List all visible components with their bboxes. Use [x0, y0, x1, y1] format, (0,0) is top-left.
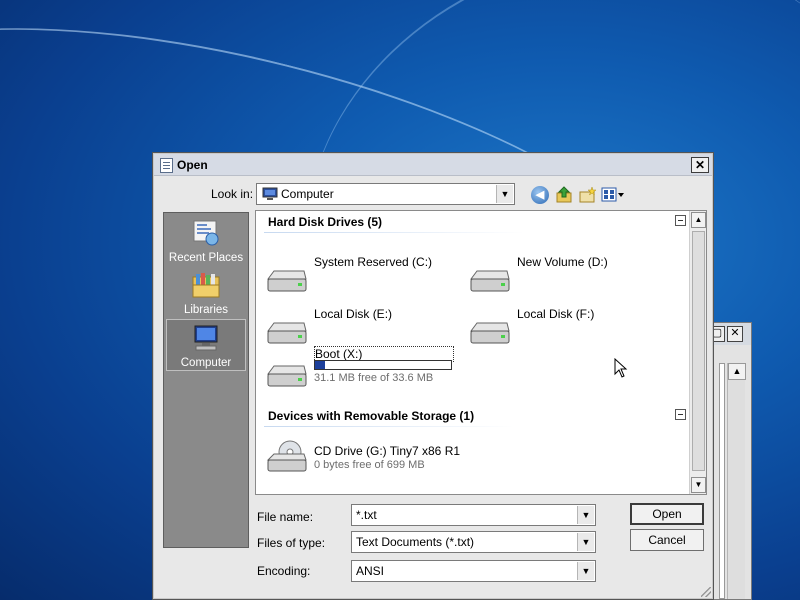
hard-drive-icon — [470, 322, 510, 344]
place-label: Recent Places — [168, 252, 244, 264]
drive-item[interactable]: Local Disk (F:) — [467, 307, 657, 351]
cd-drive-icon — [266, 440, 307, 472]
group-header-removable: Devices with Removable Storage (1) — [268, 409, 475, 423]
hard-drive-icon — [267, 365, 307, 387]
dialog-titlebar[interactable]: Open ✕ — [154, 154, 712, 176]
place-libraries[interactable]: Libraries — [166, 267, 246, 319]
file-list-view[interactable]: Hard Disk Drives (5) System Reserved (C:… — [255, 210, 707, 495]
file-type-label: Files of type: — [257, 536, 326, 550]
view-menu-icon[interactable] — [601, 186, 625, 204]
up-folder-icon[interactable] — [555, 186, 573, 204]
drive-item[interactable]: Local Disk (E:) — [264, 307, 454, 351]
cancel-button[interactable]: Cancel — [630, 529, 704, 551]
background-window-content — [719, 363, 725, 599]
drive-name: New Volume (D:) — [517, 255, 608, 269]
hard-drive-icon — [267, 322, 307, 344]
notepad-icon — [160, 158, 173, 173]
open-dialog: Open ✕ Look in: Computer ▼ ◀ Recent Plac… — [152, 152, 714, 600]
file-type-dropdown[interactable]: Text Documents (*.txt) ▼ — [351, 531, 596, 553]
chevron-down-icon[interactable]: ▼ — [577, 506, 594, 524]
vertical-scrollbar[interactable]: ▲ ▼ — [689, 211, 706, 494]
drive-item[interactable]: System Reserved (C:) — [264, 255, 454, 299]
place-recent-places[interactable]: Recent Places — [166, 215, 246, 267]
file-name-label: File name: — [257, 510, 314, 524]
drive-name: Local Disk (F:) — [517, 307, 595, 321]
group-header-hard-disks: Hard Disk Drives (5) — [268, 215, 383, 229]
drive-free-space: 31.1 MB free of 33.6 MB — [314, 372, 434, 384]
hard-drive-icon — [267, 270, 307, 292]
new-folder-icon[interactable] — [579, 186, 597, 204]
collapse-group-icon[interactable] — [675, 409, 686, 420]
recent-places-icon — [193, 220, 219, 246]
computer-icon — [194, 325, 218, 351]
encoding-label: Encoding: — [257, 564, 311, 578]
look-in-label: Look in: — [211, 187, 254, 201]
mouse-cursor-icon — [614, 358, 628, 378]
encoding-dropdown[interactable]: ANSI ▼ — [351, 560, 596, 582]
drive-item[interactable]: New Volume (D:) — [467, 255, 657, 299]
file-type-value: Text Documents (*.txt) — [356, 535, 475, 549]
background-window: ▢ ✕ ▲ — [709, 322, 752, 600]
resize-grip[interactable] — [701, 587, 711, 597]
background-window-scrollbar[interactable]: ▲ — [727, 363, 746, 599]
close-button[interactable]: ✕ — [691, 157, 709, 173]
capacity-bar-fill — [315, 361, 325, 369]
close-button[interactable]: ✕ — [727, 326, 743, 342]
places-bar: Recent Places Libraries Computer — [163, 212, 249, 548]
chevron-down-icon[interactable]: ▼ — [577, 562, 594, 580]
back-arrow-icon[interactable]: ◀ — [531, 186, 549, 204]
computer-icon — [262, 187, 278, 200]
chevron-down-icon[interactable]: ▼ — [577, 533, 594, 551]
hard-drive-icon — [470, 270, 510, 292]
group-divider — [264, 232, 524, 233]
place-label: Libraries — [183, 304, 229, 316]
scroll-down-arrow-icon[interactable]: ▼ — [691, 477, 706, 493]
drive-item[interactable]: CD Drive (G:) Tiny7 x86 R1 0 bytes free … — [264, 440, 524, 488]
open-button[interactable]: Open — [630, 503, 704, 525]
drive-item-selected[interactable]: Boot (X:) 31.1 MB free of 33.6 MB — [264, 346, 464, 390]
libraries-icon — [192, 273, 220, 298]
drive-name: System Reserved (C:) — [314, 255, 433, 269]
drive-name: CD Drive (G:) Tiny7 x86 R1 — [314, 444, 461, 458]
place-label: Computer — [180, 357, 232, 369]
group-divider — [264, 426, 514, 427]
background-window-titlebar: ▢ ✕ — [709, 323, 751, 345]
dialog-title: Open — [177, 158, 208, 172]
scroll-up-arrow-icon[interactable]: ▲ — [728, 363, 746, 380]
file-name-input[interactable]: *.txt ▼ — [351, 504, 596, 526]
look-in-dropdown[interactable]: Computer ▼ — [256, 183, 515, 205]
scroll-up-arrow-icon[interactable]: ▲ — [691, 212, 706, 228]
drive-name: Local Disk (E:) — [314, 307, 393, 321]
scrollbar-thumb[interactable] — [692, 231, 705, 471]
capacity-bar — [314, 360, 452, 370]
drive-free-space: 0 bytes free of 699 MB — [314, 459, 425, 471]
chevron-down-icon[interactable]: ▼ — [496, 185, 513, 203]
place-computer[interactable]: Computer — [166, 319, 246, 371]
encoding-value: ANSI — [356, 564, 385, 578]
collapse-group-icon[interactable] — [675, 215, 686, 226]
look-in-value: Computer — [281, 187, 334, 201]
file-name-value: *.txt — [356, 508, 377, 522]
